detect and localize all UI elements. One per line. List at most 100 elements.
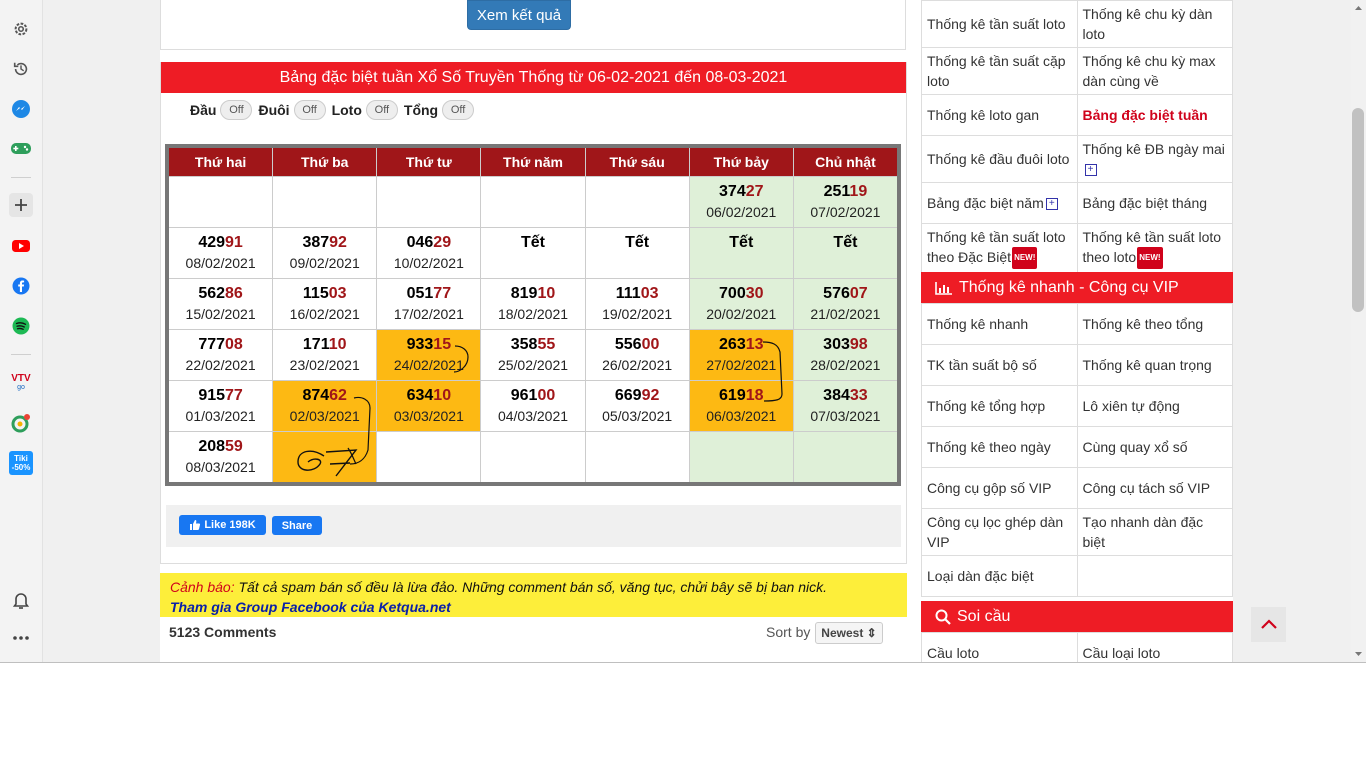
more-icon[interactable] bbox=[9, 626, 33, 650]
soi-cau-grid: Cầu loto Cầu loại loto bbox=[921, 632, 1233, 662]
vertical-scrollbar[interactable] bbox=[1351, 0, 1366, 662]
stat-link[interactable]: TK tần suất bộ số bbox=[921, 344, 1078, 386]
spam-warning: Cảnh báo: Tất cả spam bán số đều là lừa … bbox=[160, 573, 907, 617]
number-tail: 59 bbox=[225, 438, 243, 455]
special-number: 91577 bbox=[169, 387, 272, 405]
stat-link[interactable]: Thống kê chu kỳ max dàn cùng về bbox=[1076, 47, 1233, 95]
special-number: 70030 bbox=[690, 285, 793, 303]
facebook-share-button[interactable]: Share bbox=[272, 516, 322, 535]
stat-link[interactable]: Thống kê tần suất cặp loto bbox=[921, 47, 1078, 95]
stat-link[interactable]: Thống kê đầu đuôi loto bbox=[921, 135, 1078, 183]
stat-link[interactable]: Thống kê quan trọng bbox=[1076, 344, 1233, 386]
vtv-icon[interactable]: VTV go bbox=[9, 371, 33, 395]
result-cell bbox=[480, 431, 586, 485]
bell-icon[interactable] bbox=[9, 588, 33, 612]
toggle-loto[interactable]: Off bbox=[365, 100, 398, 120]
result-cell: 63410 03/03/2021 bbox=[376, 380, 482, 432]
stat-link-label: Cầu loto bbox=[927, 645, 980, 661]
scroll-up-arrow-icon[interactable] bbox=[1351, 2, 1366, 14]
special-number: 30398 bbox=[794, 336, 897, 354]
stat-link[interactable]: Bảng đặc biệt năm + bbox=[921, 182, 1078, 224]
draw-date: 21/02/2021 bbox=[810, 306, 881, 322]
history-icon[interactable] bbox=[9, 57, 33, 81]
result-cell: 70030 20/02/2021 bbox=[688, 278, 794, 330]
number-head: 208 bbox=[198, 438, 226, 455]
link-row: TK tần suất bộ số Thống kê quan trọng bbox=[921, 344, 1233, 386]
stat-link[interactable]: Công cụ tách số VIP bbox=[1076, 467, 1233, 509]
stat-link-label: Thống kê loto gan bbox=[927, 107, 1040, 123]
number-tail: 77 bbox=[225, 387, 243, 404]
stat-link[interactable]: Loại dàn đặc biệt bbox=[921, 555, 1078, 597]
result-cell: Tết bbox=[792, 227, 900, 279]
number-head: 358 bbox=[510, 336, 538, 353]
draw-date: 26/02/2021 bbox=[602, 357, 673, 373]
stat-link[interactable]: Thống kê tần suất loto theo Đặc Biệt NEW! bbox=[921, 222, 1078, 274]
toggle-dau[interactable]: Off bbox=[220, 100, 253, 120]
result-cell: 04629 10/02/2021 bbox=[376, 227, 482, 279]
stat-link[interactable]: Công cụ lọc ghép dàn VIP bbox=[921, 508, 1078, 556]
soi-cau-title: Soi cầu bbox=[957, 607, 1011, 625]
expand-plus-icon[interactable]: + bbox=[1084, 164, 1097, 177]
scrollbar-thumb[interactable] bbox=[1352, 108, 1364, 312]
toggle-tong[interactable]: Off bbox=[442, 100, 475, 120]
facebook-icon[interactable] bbox=[9, 274, 33, 298]
number-tail: 55 bbox=[537, 336, 556, 353]
stat-link[interactable]: Thống kê theo tổng bbox=[1076, 303, 1233, 345]
link-row: Thống kê tần suất cặp loto Thống kê chu k… bbox=[921, 47, 1233, 95]
stat-link[interactable]: Thống kê loto gan bbox=[921, 94, 1078, 136]
plus-icon[interactable] bbox=[9, 193, 33, 217]
view-result-button[interactable]: Xem kết quả bbox=[467, 0, 571, 30]
stat-link[interactable]: Thống kê tần suất loto theo loto NEW! bbox=[1076, 222, 1233, 274]
weekday-header: Thứ sáu bbox=[584, 145, 690, 177]
special-number: 35855 bbox=[481, 336, 584, 354]
number-head: 619 bbox=[719, 387, 746, 404]
facebook-like-button[interactable]: Like 198K bbox=[179, 515, 266, 535]
draw-date: 01/03/2021 bbox=[185, 408, 256, 424]
stat-link-label: Bảng đặc biệt tuần bbox=[1082, 107, 1208, 123]
sort-label: Sort by bbox=[766, 624, 811, 640]
table-title: Bảng đặc biệt tuần Xổ Số Truyền Thống từ… bbox=[161, 62, 906, 93]
stat-link[interactable]: Cùng quay xổ số bbox=[1076, 426, 1233, 468]
stat-link[interactable]: Công cụ gộp số VIP bbox=[921, 467, 1078, 509]
result-cell: Tết bbox=[480, 227, 586, 279]
tiki-icon[interactable]: Tiki -50% bbox=[9, 451, 33, 475]
number-head: 171 bbox=[302, 336, 329, 353]
stat-link[interactable]: Tạo nhanh dàn đặc biệt bbox=[1076, 508, 1233, 556]
spotify-icon[interactable] bbox=[9, 314, 33, 338]
number-tail: 77 bbox=[433, 285, 452, 302]
chevron-up-icon bbox=[1260, 619, 1277, 629]
sort-select[interactable]: Newest ⇕ bbox=[815, 622, 883, 644]
stat-link[interactable]: Thống kê theo ngày bbox=[921, 426, 1078, 468]
stat-link[interactable]: Thống kê nhanh bbox=[921, 303, 1078, 345]
result-cell bbox=[584, 431, 690, 485]
toggle-duoi[interactable]: Off bbox=[293, 100, 326, 120]
scroll-down-arrow-icon[interactable] bbox=[1351, 648, 1366, 660]
stat-link[interactable]: Bảng đặc biệt tuần bbox=[1076, 94, 1233, 136]
youtube-icon[interactable] bbox=[9, 234, 33, 258]
stat-link-label: Thống kê theo tổng bbox=[1082, 316, 1204, 332]
warning-text: Tất cả spam bán số đều là lừa đảo. Những… bbox=[234, 579, 827, 595]
stat-link[interactable]: Lô xiên tự động bbox=[1076, 385, 1233, 427]
facebook-group-link[interactable]: Tham gia Group Facebook của Ketqua.net bbox=[170, 597, 897, 617]
stat-link[interactable]: Cầu loto bbox=[921, 632, 1078, 662]
game-icon[interactable] bbox=[9, 136, 33, 160]
expand-plus-icon[interactable]: + bbox=[1045, 198, 1058, 211]
color-circle-icon[interactable] bbox=[9, 411, 33, 435]
stat-link[interactable]: Thống kê ĐB ngày mai + bbox=[1076, 135, 1233, 183]
number-head: 051 bbox=[406, 285, 434, 302]
gear-icon[interactable] bbox=[9, 17, 33, 41]
scroll-to-top-button[interactable] bbox=[1251, 607, 1286, 642]
stat-link[interactable]: Thống kê tần suất loto bbox=[921, 0, 1078, 48]
number-tail: 08 bbox=[225, 336, 243, 353]
stat-link[interactable]: Thống kê chu kỳ dàn loto bbox=[1076, 0, 1233, 48]
search-icon bbox=[935, 609, 951, 625]
number-tail: 03 bbox=[640, 285, 659, 302]
stat-link[interactable]: Cầu loại loto bbox=[1076, 632, 1233, 662]
messenger-icon[interactable] bbox=[9, 97, 33, 121]
number-head: 634 bbox=[406, 387, 434, 404]
number-head: 046 bbox=[406, 234, 434, 251]
stat-link[interactable]: Thống kê tổng hợp bbox=[921, 385, 1078, 427]
stat-link[interactable]: Bảng đặc biệt tháng bbox=[1076, 182, 1233, 224]
holiday-label: Tết bbox=[729, 234, 754, 251]
draw-date: 06/03/2021 bbox=[706, 408, 777, 424]
